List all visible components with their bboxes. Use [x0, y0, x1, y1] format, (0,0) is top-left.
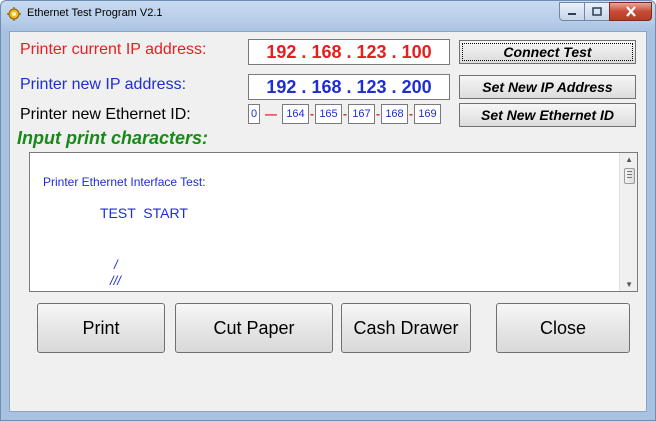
- input-characters-heading: Input print characters:: [17, 128, 209, 148]
- eth-part[interactable]: 169: [414, 104, 441, 124]
- eth-part[interactable]: 0: [248, 104, 260, 124]
- eth-part[interactable]: 165: [315, 104, 342, 124]
- vertical-scrollbar[interactable]: ▲ ▼: [619, 153, 637, 291]
- set-new-ip-button[interactable]: Set New IP Address: [459, 75, 636, 99]
- new-ip-label: Printer new IP address:: [20, 76, 187, 93]
- print-text-area[interactable]: Printer Ethernet Interface Test: TEST ST…: [29, 152, 638, 292]
- ip-separator: .: [391, 76, 397, 97]
- cut-paper-button[interactable]: Cut Paper: [175, 303, 333, 353]
- app-icon: [7, 7, 21, 21]
- new-ip-field[interactable]: 192 . 168 . 123 . 200: [248, 74, 450, 100]
- text-line: /: [114, 257, 118, 272]
- ip-octet[interactable]: 192: [266, 42, 296, 63]
- eth-separator: -: [310, 107, 314, 121]
- ip-octet[interactable]: 200: [402, 77, 432, 98]
- eth-separator: -: [343, 107, 347, 121]
- ip-separator: .: [301, 41, 307, 62]
- ip-separator: .: [391, 41, 397, 62]
- current-ip-label: Printer current IP address:: [20, 41, 207, 58]
- scroll-down-icon[interactable]: ▼: [625, 280, 633, 289]
- connect-test-button[interactable]: Connect Test: [459, 40, 636, 64]
- ip-octet[interactable]: 123: [357, 77, 387, 98]
- maximize-button[interactable]: [584, 2, 610, 21]
- ip-octet[interactable]: 100: [402, 42, 432, 63]
- new-eth-label: Printer new Ethernet ID:: [20, 106, 191, 123]
- ip-octet[interactable]: 168: [311, 42, 341, 63]
- close-window-button[interactable]: [609, 2, 652, 21]
- minimize-icon: [568, 12, 576, 15]
- scroll-thumb[interactable]: [624, 168, 635, 184]
- eth-separator-dash: —: [265, 107, 277, 121]
- ip-separator: .: [301, 76, 307, 97]
- title-bar[interactable]: Ethernet Test Program V2.1: [1, 1, 655, 31]
- ip-octet[interactable]: 168: [311, 77, 341, 98]
- ip-separator: .: [346, 41, 352, 62]
- close-icon: [625, 6, 636, 17]
- set-new-ethernet-id-button[interactable]: Set New Ethernet ID: [459, 103, 636, 127]
- eth-part[interactable]: 167: [348, 104, 375, 124]
- ip-octet[interactable]: 123: [357, 42, 387, 63]
- close-button[interactable]: Close: [496, 303, 630, 353]
- print-button[interactable]: Print: [37, 303, 165, 353]
- eth-part[interactable]: 164: [282, 104, 309, 124]
- maximize-icon: [592, 7, 602, 16]
- ip-separator: .: [346, 76, 352, 97]
- cash-drawer-button[interactable]: Cash Drawer: [341, 303, 471, 353]
- scroll-up-icon[interactable]: ▲: [625, 155, 633, 164]
- current-ip-field[interactable]: 192 . 168 . 123 . 100: [248, 39, 450, 65]
- ethernet-id-field: 0 — 164 - 165 - 167 - 168 - 169: [248, 104, 441, 124]
- eth-separator: -: [376, 107, 380, 121]
- text-line: TEST START: [100, 205, 188, 221]
- minimize-button[interactable]: [559, 2, 585, 21]
- window-title: Ethernet Test Program V2.1: [27, 7, 163, 19]
- text-line: ///: [110, 273, 121, 288]
- eth-separator: -: [409, 107, 413, 121]
- ip-octet[interactable]: 192: [266, 77, 296, 98]
- text-line: Printer Ethernet Interface Test:: [43, 175, 206, 189]
- eth-part[interactable]: 168: [381, 104, 408, 124]
